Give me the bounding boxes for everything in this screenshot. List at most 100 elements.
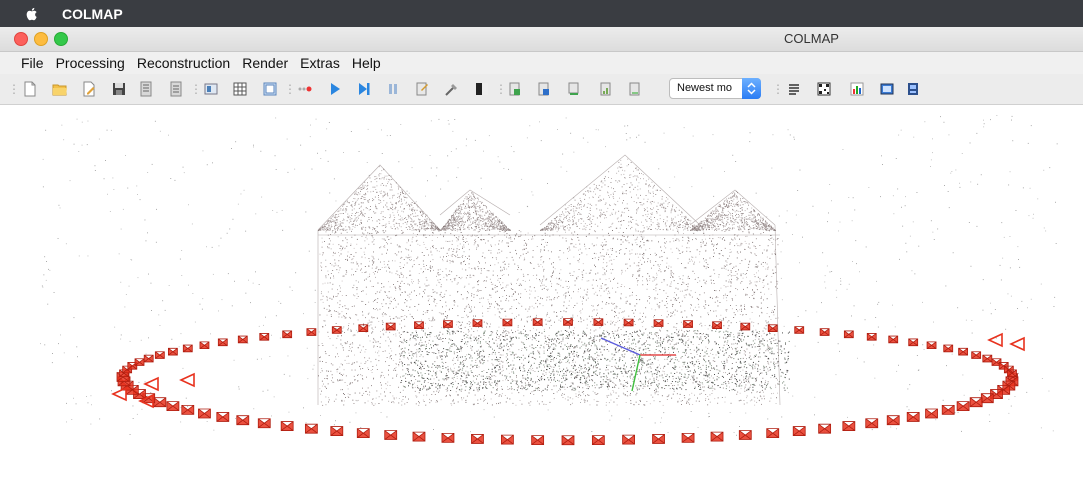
apple-logo-icon[interactable] xyxy=(24,6,40,22)
export-model-icon[interactable] xyxy=(168,81,184,97)
point xyxy=(554,344,556,346)
point xyxy=(455,371,457,373)
window-titlebar[interactable]: COLMAP xyxy=(0,27,1083,52)
render-toggle-icon[interactable] xyxy=(474,81,490,97)
app-name[interactable]: COLMAP xyxy=(62,6,123,22)
point xyxy=(588,248,590,249)
bundle-adjustment-icon[interactable] xyxy=(444,81,460,97)
pause-reconstruction-icon[interactable] xyxy=(385,81,401,97)
point-cloud-canvas[interactable] xyxy=(0,105,1083,481)
point xyxy=(633,391,635,393)
point xyxy=(589,341,590,343)
menu-render[interactable]: Render xyxy=(240,55,290,71)
point xyxy=(708,342,709,344)
point xyxy=(703,292,705,294)
menu-extras[interactable]: Extras xyxy=(298,55,342,71)
point xyxy=(847,416,848,418)
point xyxy=(657,332,659,334)
new-project-icon[interactable] xyxy=(22,81,38,97)
point xyxy=(434,336,436,338)
point xyxy=(759,348,761,350)
point xyxy=(423,364,425,366)
point xyxy=(734,314,736,316)
grab-image-icon[interactable] xyxy=(879,81,895,97)
import-model-icon[interactable] xyxy=(138,81,154,97)
point xyxy=(367,232,369,234)
show-stats-icon[interactable] xyxy=(849,81,865,97)
point xyxy=(761,403,762,405)
model-select[interactable]: Newest mo xyxy=(669,78,761,99)
point xyxy=(1012,140,1014,142)
menu-file[interactable]: File xyxy=(19,55,46,71)
reconstruction-options-icon[interactable] xyxy=(414,81,430,97)
undistort-icon[interactable] xyxy=(507,81,523,97)
point xyxy=(666,257,668,259)
menu-processing[interactable]: Processing xyxy=(54,55,127,71)
point xyxy=(648,380,650,382)
point xyxy=(455,380,456,382)
point xyxy=(594,244,595,246)
point xyxy=(538,384,540,385)
point xyxy=(356,361,358,363)
point xyxy=(454,363,456,364)
point xyxy=(711,326,713,328)
point xyxy=(635,394,637,396)
point xyxy=(483,321,485,323)
point xyxy=(639,270,641,272)
point xyxy=(729,249,731,250)
point xyxy=(642,276,644,278)
point xyxy=(620,298,622,300)
point xyxy=(678,250,680,252)
start-reconstruction-icon[interactable] xyxy=(327,81,343,97)
point xyxy=(401,348,403,349)
point xyxy=(777,244,779,246)
point xyxy=(521,385,523,387)
dense-reconstruction-icon[interactable] xyxy=(536,81,552,97)
point xyxy=(735,348,737,350)
point xyxy=(334,310,335,312)
log-icon[interactable] xyxy=(627,81,643,97)
point xyxy=(749,261,750,263)
point xyxy=(319,357,320,359)
model-select-stepper[interactable] xyxy=(742,78,761,99)
match-matrix-icon[interactable] xyxy=(816,81,832,97)
reconstruction-viewport[interactable] xyxy=(0,105,1083,481)
menu-help[interactable]: Help xyxy=(350,55,383,71)
point xyxy=(595,231,596,233)
point xyxy=(397,274,399,276)
log-list-icon[interactable] xyxy=(786,81,802,97)
point xyxy=(749,400,751,402)
point xyxy=(579,393,581,395)
point xyxy=(677,400,679,402)
point xyxy=(350,243,352,245)
model-stats-icon[interactable] xyxy=(598,81,614,97)
point xyxy=(753,322,755,323)
point xyxy=(661,315,662,316)
grab-movie-icon[interactable] xyxy=(905,81,921,97)
edit-project-icon[interactable] xyxy=(81,81,97,97)
point xyxy=(657,391,659,393)
point xyxy=(705,238,706,240)
point xyxy=(759,315,760,317)
step-reconstruction-icon[interactable] xyxy=(356,81,372,97)
point xyxy=(580,287,581,289)
open-project-icon[interactable] xyxy=(52,81,68,97)
point xyxy=(744,306,745,307)
point xyxy=(436,292,438,294)
point xyxy=(547,359,549,361)
feature-matching-icon[interactable] xyxy=(232,81,248,97)
point xyxy=(351,363,353,365)
feature-extraction-icon[interactable] xyxy=(203,81,219,97)
export-dense-icon[interactable] xyxy=(566,81,582,97)
point xyxy=(724,293,726,295)
automatic-reconstruction-icon[interactable] xyxy=(297,81,313,97)
database-management-icon[interactable] xyxy=(262,81,278,97)
menu-reconstruction[interactable]: Reconstruction xyxy=(135,55,232,71)
point xyxy=(503,168,505,169)
point xyxy=(568,300,570,302)
point xyxy=(390,242,392,244)
point xyxy=(613,277,615,279)
point xyxy=(392,299,394,300)
point xyxy=(450,367,451,369)
save-project-icon[interactable] xyxy=(111,81,127,97)
